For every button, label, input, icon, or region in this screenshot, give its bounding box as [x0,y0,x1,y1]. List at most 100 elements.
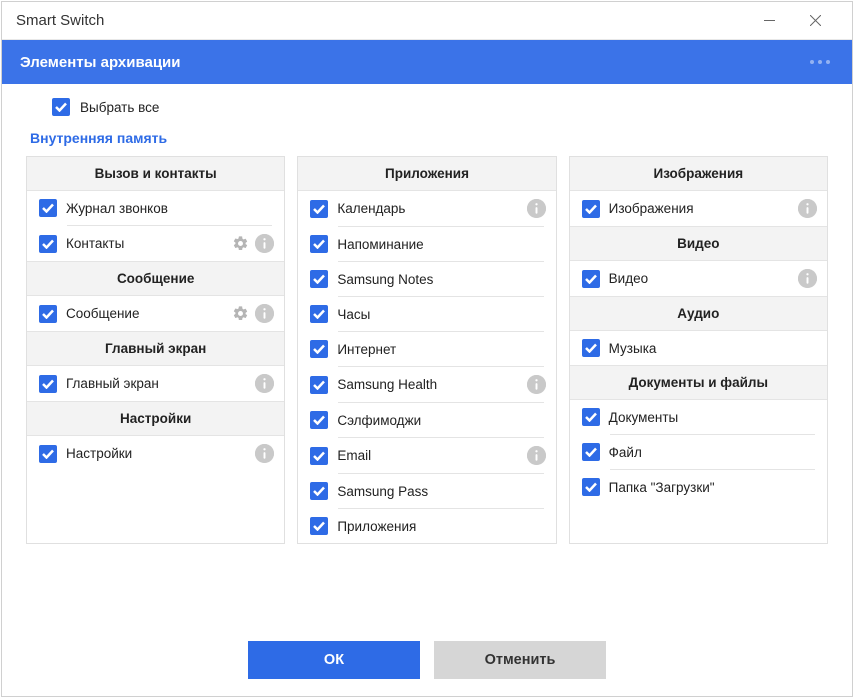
list-item[interactable]: Samsung Notes [298,262,555,296]
column: ИзображенияИзображенияВидеоВидеоАудиоМуз… [569,156,828,544]
list-item[interactable]: Журнал звонков [27,191,284,225]
item-label: Интернет [337,342,536,357]
category-header: Сообщение [27,261,284,296]
category-header: Приложения [298,157,555,191]
item-icons [527,375,546,394]
list-item[interactable]: Видео [570,261,827,296]
list-item[interactable]: Напоминание [298,227,555,261]
checkbox-icon[interactable] [310,340,328,358]
item-label: Изображения [609,201,789,216]
select-all-row: Выбрать все [2,84,852,124]
storage-subtitle: Внутренняя память [2,124,852,156]
checkbox-icon[interactable] [310,482,328,500]
checkbox-icon[interactable] [582,270,600,288]
titlebar: Smart Switch [2,2,852,40]
category-header: Видео [570,226,827,261]
item-label: Видео [609,271,789,286]
item-icons [798,199,817,218]
list-item[interactable]: Samsung Pass [298,474,555,508]
checkbox-icon[interactable] [582,443,600,461]
checkbox-icon[interactable] [39,445,57,463]
item-icons [255,374,274,393]
select-all-checkbox[interactable]: Выбрать все [52,98,832,116]
checkbox-icon[interactable] [39,305,57,323]
more-menu-icon[interactable] [810,60,830,64]
dialog-header: Элементы архивации [2,40,852,84]
list-item[interactable]: Email [298,438,555,473]
item-label: Samsung Pass [337,484,536,499]
info-icon[interactable] [527,375,546,394]
item-icons [527,446,546,465]
checkbox-icon[interactable] [582,200,600,218]
info-icon[interactable] [798,269,817,288]
list-item[interactable]: Настройки [27,436,284,471]
info-icon[interactable] [255,374,274,393]
item-label: Журнал звонков [66,201,265,216]
item-label: Файл [609,445,808,460]
checkbox-icon[interactable] [310,305,328,323]
window-title: Smart Switch [16,12,746,29]
checkbox-icon[interactable] [582,339,600,357]
list-item[interactable]: Главный экран [27,366,284,401]
checkbox-icon [52,98,70,116]
checkbox-icon[interactable] [39,199,57,217]
checkbox-icon[interactable] [582,478,600,496]
list-item[interactable]: Музыка [570,331,827,365]
category-header: Настройки [27,401,284,436]
item-label: Сообщение [66,306,222,321]
checkbox-icon[interactable] [310,411,328,429]
list-item[interactable]: Samsung Health [298,367,555,402]
gear-icon[interactable] [231,304,250,323]
list-item[interactable]: Приложения [298,509,555,543]
item-label: Samsung Notes [337,272,536,287]
list-item[interactable]: Интернет [298,332,555,366]
item-label: Samsung Health [337,377,517,392]
item-label: Контакты [66,236,222,251]
item-label: Email [337,448,517,463]
info-icon[interactable] [255,234,274,253]
minimize-button[interactable] [746,6,792,36]
category-header: Документы и файлы [570,365,827,400]
ok-button[interactable]: ОК [248,641,420,679]
list-item[interactable]: Папка "Загрузки" [570,470,827,504]
item-icons [798,269,817,288]
list-item[interactable]: Сэлфимоджи [298,403,555,437]
list-item[interactable]: Календарь [298,191,555,226]
item-icons [255,444,274,463]
info-icon[interactable] [255,444,274,463]
checkbox-icon[interactable] [39,235,57,253]
list-item[interactable]: Документы [570,400,827,434]
item-label: Приложения [337,519,536,534]
item-label: Настройки [66,446,246,461]
list-item[interactable]: Контакты [27,226,284,261]
content-area: Вызов и контактыЖурнал звонковКонтактыСо… [2,156,852,624]
checkbox-icon[interactable] [310,270,328,288]
info-icon[interactable] [527,446,546,465]
list-item[interactable]: Файл [570,435,827,469]
item-icons [527,199,546,218]
gear-icon[interactable] [231,234,250,253]
info-icon[interactable] [255,304,274,323]
checkbox-icon[interactable] [39,375,57,393]
item-label: Часы [337,307,536,322]
item-label: Главный экран [66,376,246,391]
info-icon[interactable] [798,199,817,218]
checkbox-icon[interactable] [310,517,328,535]
list-item[interactable]: Изображения [570,191,827,226]
checkbox-icon[interactable] [310,200,328,218]
checkbox-icon[interactable] [310,447,328,465]
column: ПриложенияКалендарьНапоминаниеSamsung No… [297,156,556,544]
checkbox-icon[interactable] [310,235,328,253]
list-item[interactable]: Часы [298,297,555,331]
select-all-label: Выбрать все [80,100,159,115]
info-icon[interactable] [527,199,546,218]
item-label: Музыка [609,341,808,356]
category-header: Аудио [570,296,827,331]
item-label: Папка "Загрузки" [609,480,808,495]
checkbox-icon[interactable] [310,376,328,394]
cancel-button[interactable]: Отменить [434,641,606,679]
item-icons [231,234,274,253]
list-item[interactable]: Сообщение [27,296,284,331]
checkbox-icon[interactable] [582,408,600,426]
close-button[interactable] [792,6,838,36]
